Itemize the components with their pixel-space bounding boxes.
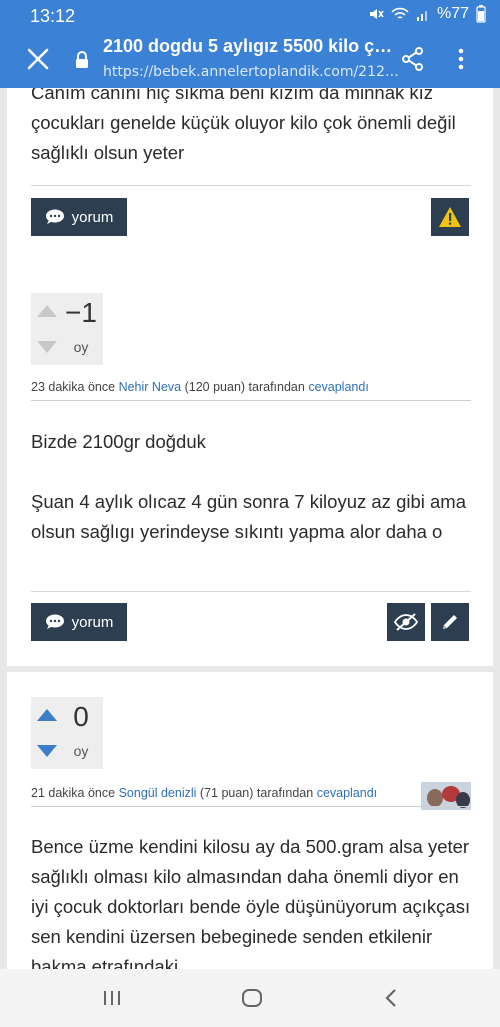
status-time: 13:12 xyxy=(30,6,76,26)
mute-icon xyxy=(369,9,384,19)
status-icons: %77 xyxy=(368,5,486,23)
speech-bubble-icon xyxy=(45,614,64,629)
comment-button-label: yorum xyxy=(71,208,114,226)
status-bar: 13:12 %77 xyxy=(0,0,500,30)
comment-button[interactable]: yorum xyxy=(31,603,127,641)
vote-box: 0 oy xyxy=(31,697,103,769)
answered-link[interactable]: cevaplandı xyxy=(308,380,368,394)
comment-button[interactable]: yorum xyxy=(31,198,127,236)
answer-meta: 23 dakika önce Nehir Neva (120 puan) tar… xyxy=(31,380,369,394)
battery-percent: %77 xyxy=(436,5,469,22)
more-vert-icon[interactable] xyxy=(452,46,470,72)
divider xyxy=(31,185,471,186)
answer-text: Bizde 2100gr doğduk xyxy=(31,431,206,452)
vote-up-icon[interactable] xyxy=(37,709,57,721)
flag-button[interactable] xyxy=(431,198,469,236)
answer-text: Şuan 4 aylık olıcaz 4 gün sonra 7 kiloyu… xyxy=(31,491,466,542)
answer-text: Bence üzme kendini kilosu ay da 500.gram… xyxy=(31,836,471,969)
signal-icon xyxy=(416,11,427,21)
answered-link[interactable]: cevaplandı xyxy=(317,786,377,800)
vote-up-icon xyxy=(37,305,57,317)
recent-apps-icon[interactable] xyxy=(100,986,124,1010)
author-link[interactable]: Songül denizli xyxy=(119,786,197,800)
wifi-icon xyxy=(391,7,409,19)
divider xyxy=(31,591,471,592)
answer-meta: 21 dakika önce Songül denizli (71 puan) … xyxy=(31,786,377,800)
answer-card: −1 oy 23 dakika önce Nehir Neva (120 pua… xyxy=(7,266,493,666)
time-ago: 23 dakika önce xyxy=(31,380,116,394)
lock-icon xyxy=(76,51,88,68)
vote-label: oy xyxy=(73,339,89,355)
time-ago: 21 dakika önce xyxy=(31,786,116,800)
by-label: tarafından xyxy=(248,380,305,394)
speech-bubble-icon xyxy=(45,209,64,224)
vote-box: −1 oy xyxy=(31,293,103,365)
vote-label: oy xyxy=(73,743,89,759)
hide-button[interactable] xyxy=(387,603,425,641)
page-title: 2100 dogdu 5 aylıgız 5500 kilo ço... xyxy=(103,36,399,56)
edit-button[interactable] xyxy=(431,603,469,641)
author-link[interactable]: Nehir Neva xyxy=(119,380,182,394)
close-icon[interactable] xyxy=(26,47,50,71)
back-icon[interactable] xyxy=(380,986,404,1010)
author-points: (71 puan) xyxy=(199,786,254,800)
vote-count: 0 xyxy=(73,701,89,732)
page-url[interactable]: https://bebek.annelertoplandik.com/21283… xyxy=(103,64,399,80)
share-icon[interactable] xyxy=(400,46,426,72)
answer-card: 0 oy 21 dakika önce Songül denizli (71 p… xyxy=(7,672,493,969)
vote-down-icon[interactable] xyxy=(37,745,57,757)
vote-down-icon xyxy=(37,341,57,353)
divider xyxy=(31,400,471,401)
home-icon[interactable] xyxy=(240,986,264,1010)
by-label: tarafından xyxy=(256,786,314,800)
divider xyxy=(31,806,471,807)
battery-icon xyxy=(476,5,486,23)
page-content: Canım canını hiç sıkma beni kızım da min… xyxy=(0,88,500,969)
vote-count: −1 xyxy=(65,297,97,328)
author-points: (120 puan) xyxy=(184,380,246,394)
warning-icon xyxy=(439,207,461,227)
comment-button-label: yorum xyxy=(71,613,114,631)
comment-text: Canım canını hiç sıkma beni kızım da min… xyxy=(31,88,456,163)
system-nav-bar xyxy=(0,969,500,1027)
browser-toolbar: 2100 dogdu 5 aylıgız 5500 kilo ço... htt… xyxy=(0,30,500,88)
eye-slash-icon xyxy=(394,613,418,631)
pencil-icon xyxy=(443,615,457,629)
